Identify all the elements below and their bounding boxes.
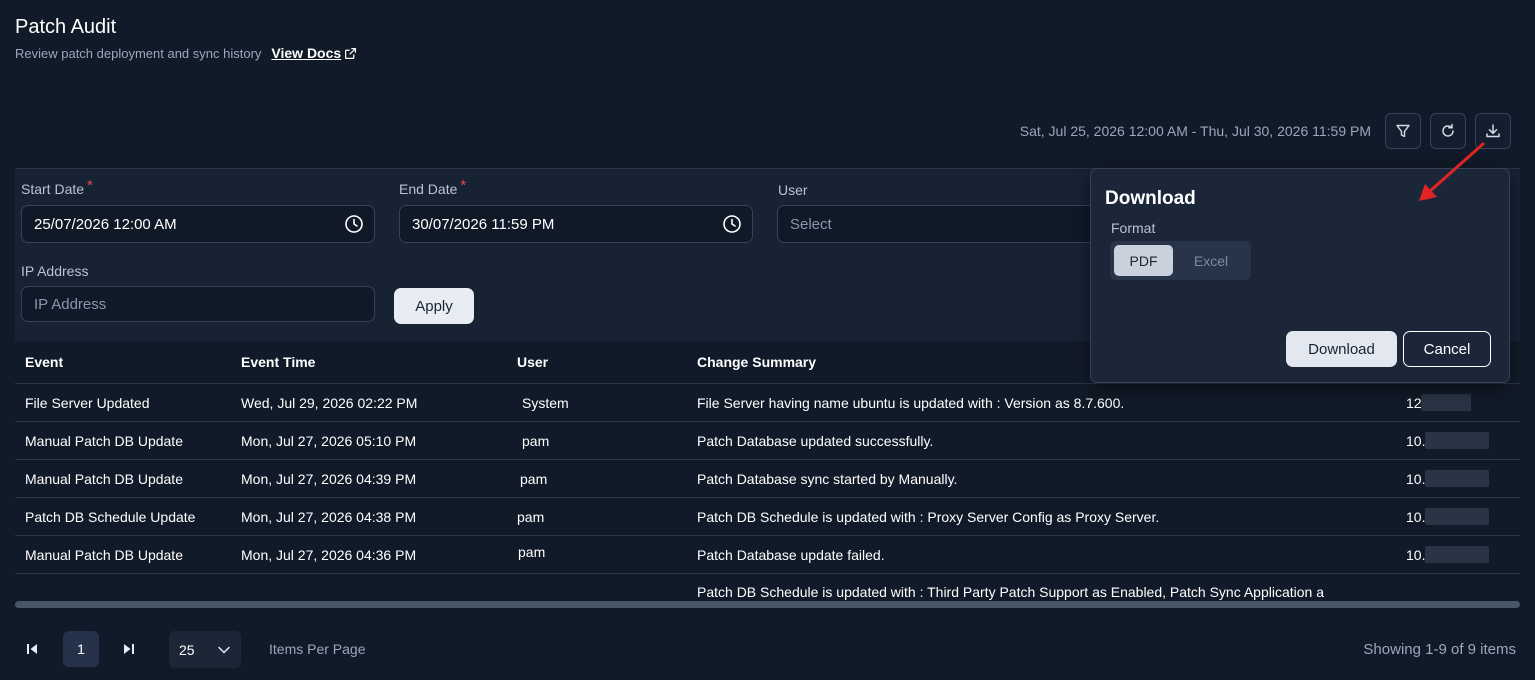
cell-change-summary: File Server having name ubuntu is update… xyxy=(697,395,1125,411)
external-link-icon xyxy=(345,47,357,59)
user-select[interactable]: Select xyxy=(777,205,1107,243)
download-icon xyxy=(1486,124,1500,138)
cell-user: pam xyxy=(520,471,548,487)
table-row[interactable]: Manual Patch DB Update Mon, Jul 27, 2026… xyxy=(15,422,1520,460)
cell-user: pam xyxy=(517,509,545,525)
items-per-page-label: Items Per Page xyxy=(269,641,366,657)
end-date-label-text: End Date xyxy=(399,181,458,197)
redacted-ip-mask xyxy=(1425,470,1489,487)
redacted-ip-mask xyxy=(1421,394,1471,411)
cell-event-time: Wed, Jul 29, 2026 02:22 PM xyxy=(241,395,418,411)
page-title: Patch Audit xyxy=(15,16,117,38)
cell-event: Manual Patch DB Update xyxy=(25,471,183,487)
popover-title: Download xyxy=(1105,188,1196,209)
cell-event-time: Mon, Jul 27, 2026 04:39 PM xyxy=(241,471,417,487)
refresh-icon xyxy=(1442,123,1454,137)
table-row[interactable]: Patch DB Schedule Update Mon, Jul 27, 20… xyxy=(15,498,1520,536)
cell-event: Patch DB Schedule Update xyxy=(25,509,196,525)
cell-user: System xyxy=(522,395,569,411)
cell-event-time: Mon, Jul 27, 2026 04:38 PM xyxy=(241,509,417,525)
ip-address-input[interactable]: IP Address xyxy=(21,286,375,322)
cell-change-summary: Patch Database updated successfully. xyxy=(697,433,934,449)
start-date-value: 25/07/2026 12:00 AM xyxy=(34,215,177,233)
start-date-input[interactable]: 25/07/2026 12:00 AM xyxy=(21,205,375,243)
page-size-value: 25 xyxy=(179,641,195,658)
annotation-arrow-icon xyxy=(1419,142,1485,201)
cell-event: Manual Patch DB Update xyxy=(25,547,183,563)
showing-count: Showing 1-9 of 9 items xyxy=(1363,641,1516,658)
cell-ip: 10. xyxy=(1406,433,1426,449)
cell-ip: 10. xyxy=(1406,509,1426,525)
cell-event: File Server Updated xyxy=(25,395,150,411)
cell-user: pam xyxy=(522,433,550,449)
page-subtitle: Review patch deployment and sync history… xyxy=(15,45,357,61)
page-size-select[interactable]: 25 xyxy=(169,631,241,668)
table-row[interactable]: Manual Patch DB Update Mon, Jul 27, 2026… xyxy=(15,536,1520,574)
cell-event: Manual Patch DB Update xyxy=(25,433,183,449)
redacted-ip-mask xyxy=(1425,432,1489,449)
horizontal-scrollbar[interactable] xyxy=(15,601,1520,608)
format-option-excel[interactable]: Excel xyxy=(1177,245,1245,276)
column-header-change-summary[interactable]: Change Summary xyxy=(697,354,816,370)
page-number-current[interactable]: 1 xyxy=(63,631,99,667)
user-label: User xyxy=(778,182,808,198)
required-mark: * xyxy=(87,177,93,194)
apply-button[interactable]: Apply xyxy=(394,288,474,324)
chevron-down-icon xyxy=(218,646,230,654)
start-date-label: Start Date * xyxy=(21,177,93,198)
format-label: Format xyxy=(1111,220,1156,236)
format-toggle: PDF Excel xyxy=(1110,241,1251,280)
cancel-button[interactable]: Cancel xyxy=(1403,331,1491,367)
cell-ip: 10. xyxy=(1406,547,1426,563)
cell-user: pam xyxy=(518,544,546,560)
ip-address-label: IP Address xyxy=(21,263,89,279)
first-page-icon[interactable] xyxy=(26,642,39,656)
pagination: 1 25 Items Per Page Showing 1-9 of 9 ite… xyxy=(0,630,1535,670)
table-row[interactable]: File Server Updated Wed, Jul 29, 2026 02… xyxy=(15,384,1520,422)
end-date-label: End Date * xyxy=(399,177,466,198)
view-docs-label: View Docs xyxy=(271,45,342,61)
subtitle-text: Review patch deployment and sync history xyxy=(15,45,262,61)
column-header-event-time[interactable]: Event Time xyxy=(241,354,315,370)
cell-change-summary: Patch DB Schedule is updated with : Prox… xyxy=(697,509,1160,525)
filter-icon xyxy=(1396,124,1410,138)
cell-change-summary: Patch Database update failed. xyxy=(697,547,885,563)
cell-change-summary: Patch Database sync started by Manually. xyxy=(697,471,958,487)
redacted-ip-mask xyxy=(1425,546,1489,563)
clock-icon[interactable] xyxy=(344,214,364,234)
download-confirm-button[interactable]: Download xyxy=(1286,331,1397,367)
format-option-pdf[interactable]: PDF xyxy=(1114,245,1173,276)
end-date-value: 30/07/2026 11:59 PM xyxy=(412,215,555,233)
start-date-label-text: Start Date xyxy=(21,181,85,197)
last-page-icon[interactable] xyxy=(122,642,135,656)
clock-icon[interactable] xyxy=(722,214,742,234)
date-range-text: Sat, Jul 25, 2026 12:00 AM - Thu, Jul 30… xyxy=(1019,123,1371,139)
user-select-placeholder: Select xyxy=(790,215,832,233)
redacted-ip-mask xyxy=(1425,508,1489,525)
table-row[interactable]: Manual Patch DB Update Mon, Jul 27, 2026… xyxy=(15,460,1520,498)
end-date-input[interactable]: 30/07/2026 11:59 PM xyxy=(399,205,753,243)
cell-event-time: Mon, Jul 27, 2026 05:10 PM xyxy=(241,433,417,449)
column-header-user[interactable]: User xyxy=(517,354,548,370)
ip-address-placeholder: IP Address xyxy=(34,295,107,313)
cell-event-time: Mon, Jul 27, 2026 04:36 PM xyxy=(241,547,417,563)
required-mark: * xyxy=(460,177,467,194)
column-header-event[interactable]: Event xyxy=(25,354,63,370)
view-docs-link[interactable]: View Docs xyxy=(271,45,357,61)
cell-change-summary: Patch DB Schedule is updated with : Thir… xyxy=(697,584,1324,600)
cell-ip: 10. xyxy=(1406,471,1426,487)
